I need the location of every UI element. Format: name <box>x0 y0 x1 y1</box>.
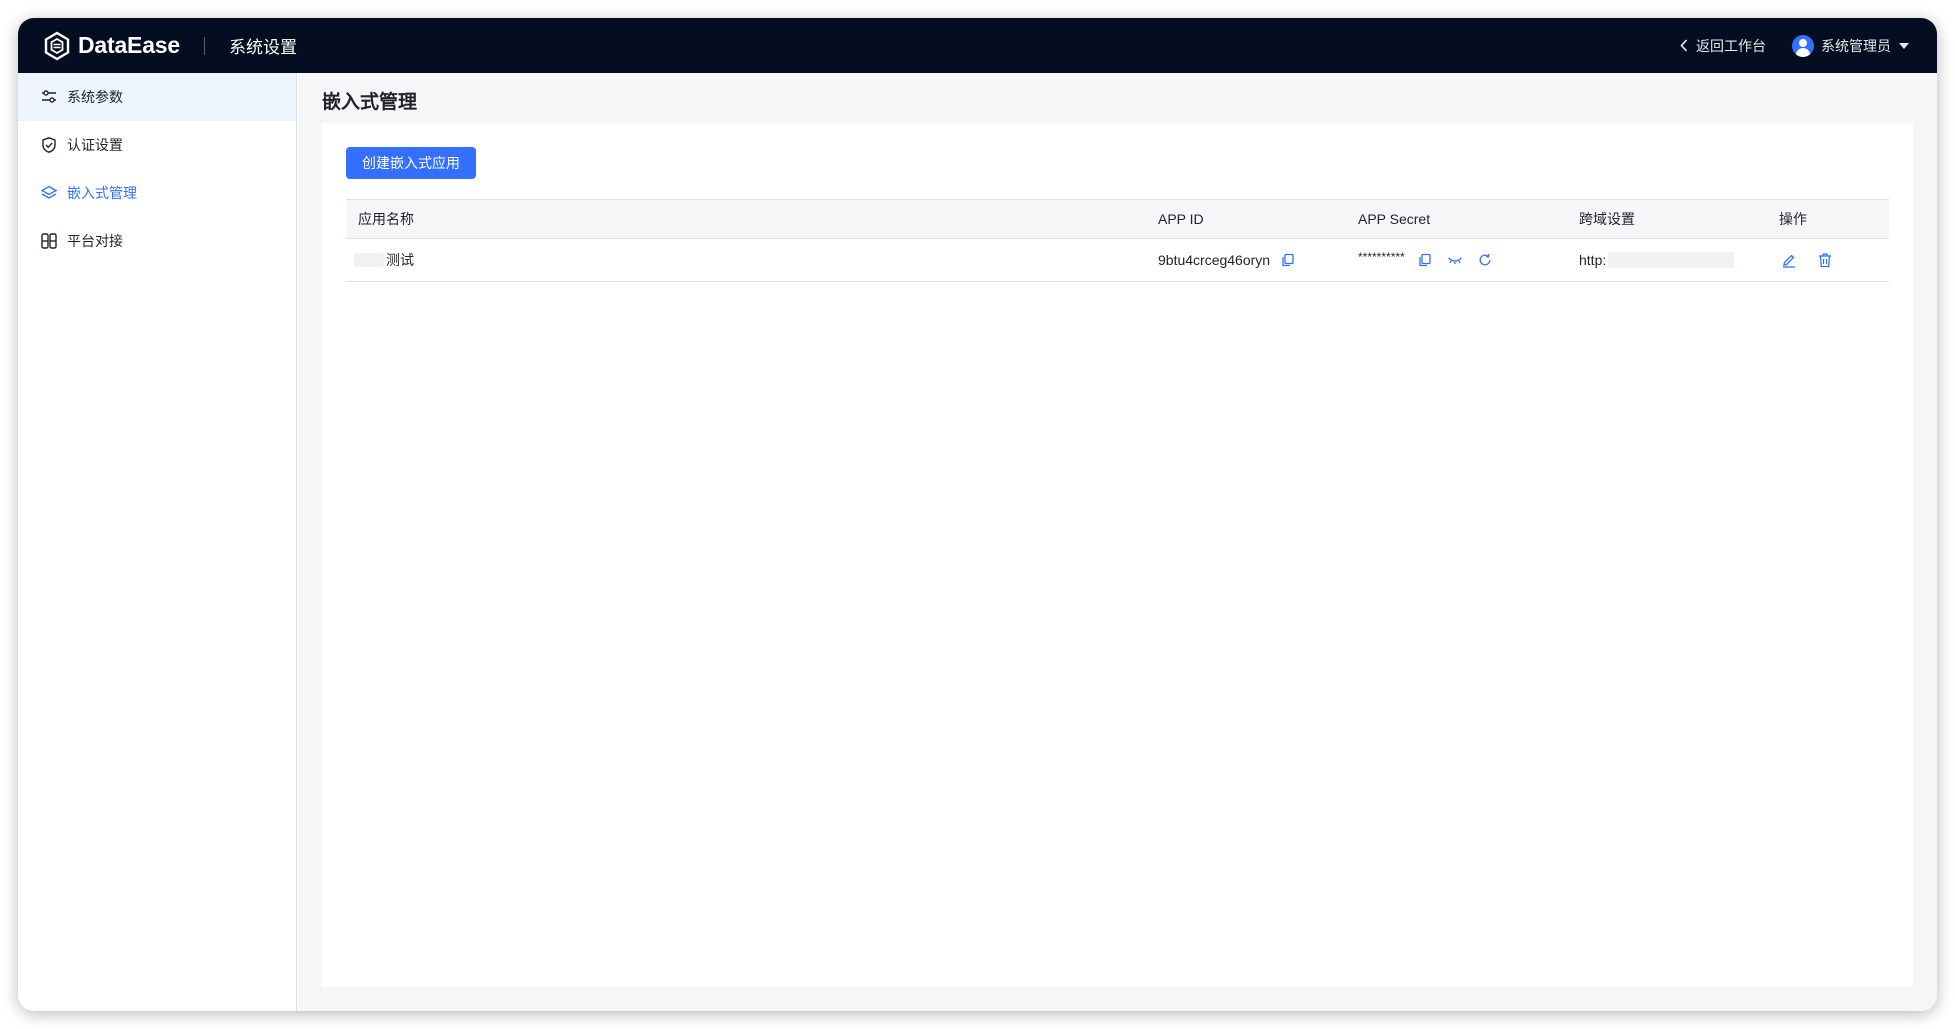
main-content: 嵌入式管理 创建嵌入式应用 应用名称 APP ID APP Secret 跨域设… <box>298 73 1937 1011</box>
redacted-block <box>354 253 384 267</box>
column-header-actions: 操作 <box>1779 211 1807 227</box>
user-menu[interactable]: 系统管理员 <box>1792 34 1909 57</box>
sidebar-item-label: 平台对接 <box>67 233 123 249</box>
dataease-logo-icon <box>44 31 70 60</box>
table-header: 应用名称 APP ID APP Secret 跨域设置 操作 <box>346 199 1889 239</box>
toggle-secret-visibility-button[interactable] <box>1447 252 1463 268</box>
refresh-icon <box>1479 253 1491 266</box>
avatar <box>1792 34 1814 57</box>
column-header-app-id[interactable]: APP ID <box>1146 211 1346 227</box>
cell-app-id: 9btu4crceg46oryn <box>1146 252 1346 268</box>
sidebar-item-platform-integration[interactable]: 平台对接 <box>18 217 296 265</box>
column-header-app-secret[interactable]: APP Secret <box>1346 211 1567 227</box>
sidebar-item-auth-settings[interactable]: 认证设置 <box>18 121 296 169</box>
sidebar-item-embedded-management[interactable]: 嵌入式管理 <box>18 169 296 217</box>
top-navbar: DataEase 系统设置 返回工作台 系统管理员 <box>18 18 1937 73</box>
column-header-app-name[interactable]: 应用名称 <box>346 209 1146 229</box>
back-label: 返回工作台 <box>1696 37 1766 54</box>
column-header-cors[interactable]: 跨域设置 <box>1567 209 1767 229</box>
cell-cors: http: <box>1567 252 1767 268</box>
app-window: DataEase 系统设置 返回工作台 系统管理员 系统参数 认证设置 嵌入式管… <box>18 18 1937 1011</box>
sidebar-item-label: 认证设置 <box>67 137 123 153</box>
refresh-secret-button[interactable] <box>1477 252 1493 268</box>
cors-text: http: <box>1579 252 1607 268</box>
back-to-workbench-link[interactable]: 返回工作台 <box>1680 36 1766 56</box>
divider <box>203 36 205 55</box>
top-right-actions: 返回工作台 系统管理员 <box>1680 34 1909 57</box>
cell-app-secret: ********** <box>1346 250 1567 268</box>
page-title: 嵌入式管理 <box>322 92 418 113</box>
table-row: 测试 9btu4crceg46oryn ********** http: <box>346 239 1889 282</box>
eye-closed-icon <box>1447 257 1462 264</box>
sidebar-item-label: 系统参数 <box>67 89 123 105</box>
copy-icon <box>1419 253 1431 267</box>
platform-icon <box>41 233 57 249</box>
sidebar-item-system-params[interactable]: 系统参数 <box>18 73 296 121</box>
app-secret-masked: ********** <box>1358 250 1405 264</box>
cell-actions <box>1767 252 1889 268</box>
caret-down-icon <box>1899 42 1909 49</box>
app-name-text: 测试 <box>386 252 414 268</box>
layers-icon <box>40 185 58 199</box>
app-id-text: 9btu4crceg46oryn <box>1158 252 1271 268</box>
redacted-block <box>1608 252 1735 268</box>
copy-icon <box>1282 253 1294 267</box>
copy-app-id-button[interactable] <box>1280 252 1296 268</box>
edit-icon <box>1783 254 1795 268</box>
content-card: 创建嵌入式应用 应用名称 APP ID APP Secret 跨域设置 操作 测… <box>322 123 1913 987</box>
chevron-left-icon <box>1680 39 1688 52</box>
trash-icon <box>1819 253 1831 268</box>
brand-name: DataEase <box>78 32 180 58</box>
brand-logo[interactable]: DataEase <box>42 31 180 61</box>
user-name: 系统管理员 <box>1821 37 1891 54</box>
shield-check-icon <box>42 137 56 153</box>
delete-button[interactable] <box>1817 252 1833 268</box>
section-title: 系统设置 <box>228 38 297 57</box>
cell-app-name: 测试 <box>346 250 1146 270</box>
sliders-icon <box>42 90 56 103</box>
edit-button[interactable] <box>1781 252 1797 268</box>
create-embedded-app-button[interactable]: 创建嵌入式应用 <box>346 147 476 179</box>
sidebar: 系统参数 认证设置 嵌入式管理 平台对接 <box>18 73 297 1011</box>
embedded-apps-table: 应用名称 APP ID APP Secret 跨域设置 操作 测试 9btu4c… <box>346 199 1889 282</box>
sidebar-item-label: 嵌入式管理 <box>67 185 137 201</box>
copy-secret-button[interactable] <box>1417 252 1433 268</box>
